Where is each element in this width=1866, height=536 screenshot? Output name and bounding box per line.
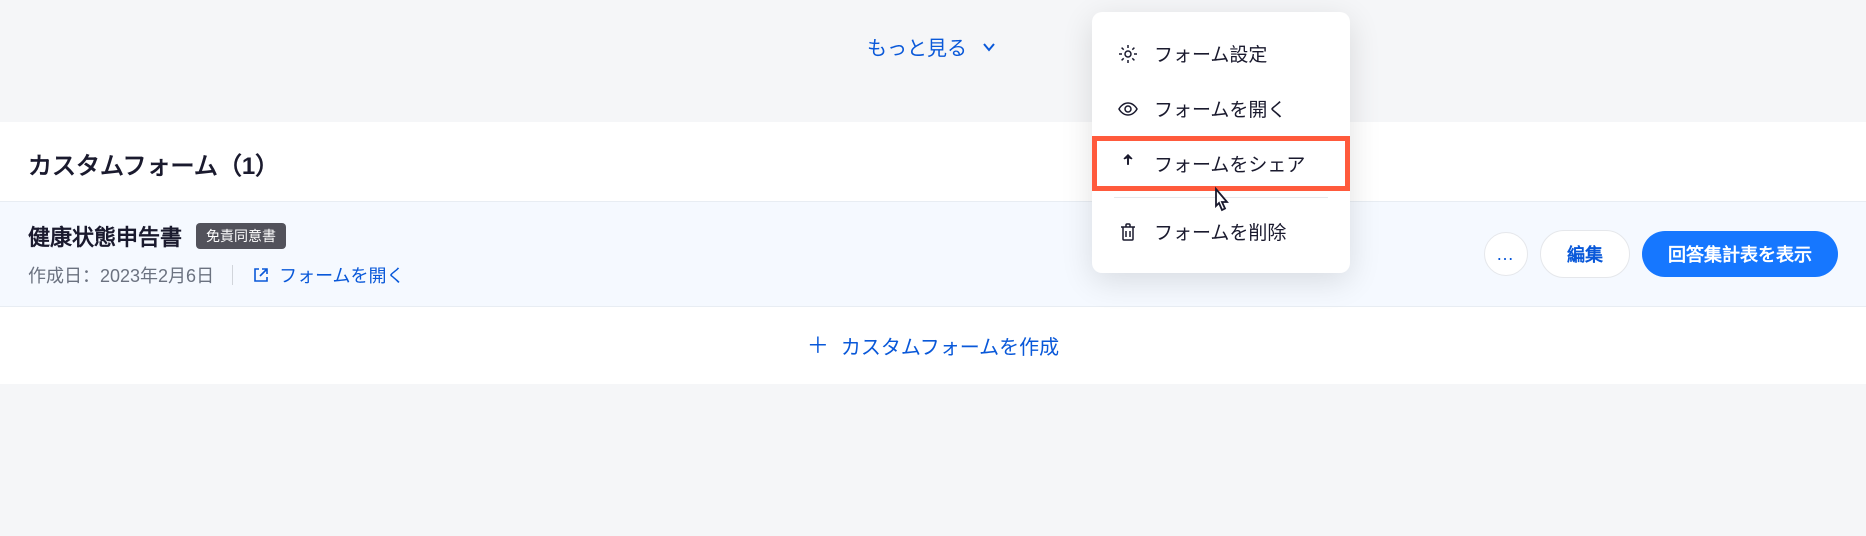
dropdown-share-label: フォームをシェア	[1154, 150, 1305, 177]
form-item-actions: … 編集 回答集計表を表示	[1484, 230, 1838, 278]
meta-divider	[232, 265, 233, 285]
dropdown-item-share[interactable]: フォームをシェア	[1092, 136, 1350, 191]
eye-icon	[1118, 99, 1138, 119]
form-actions-dropdown: フォーム設定 フォームを開く	[1092, 12, 1350, 273]
form-item-info: 健康状態申告書 免責同意書 作成日：2023年2月6日 フォームを開く	[28, 220, 405, 288]
cursor-pointer-icon	[1208, 186, 1234, 216]
dropdown-item-settings[interactable]: フォーム設定	[1092, 26, 1350, 81]
form-created-date: 作成日：2023年2月6日	[28, 262, 214, 288]
trash-icon	[1118, 222, 1138, 242]
open-form-label: フォームを開く	[279, 262, 404, 288]
more-actions-button[interactable]: …	[1484, 232, 1528, 276]
form-meta-row: 作成日：2023年2月6日 フォームを開く	[28, 262, 405, 288]
share-icon	[1118, 154, 1138, 174]
create-form-row: ＋ カスタムフォームを作成	[0, 306, 1866, 384]
plus-icon: ＋	[807, 335, 829, 357]
section-title: カスタムフォーム（1）	[0, 122, 1866, 201]
form-item: 健康状態申告書 免責同意書 作成日：2023年2月6日 フォームを開く	[0, 201, 1866, 306]
dropdown-settings-label: フォーム設定	[1154, 40, 1267, 67]
dropdown-open-label: フォームを開く	[1154, 95, 1286, 122]
form-title: 健康状態申告書	[28, 220, 182, 252]
show-more-link[interactable]: もっと見る	[867, 32, 999, 61]
chevron-down-icon	[979, 37, 999, 57]
form-badge: 免責同意書	[196, 223, 286, 249]
edit-button[interactable]: 編集	[1540, 230, 1630, 278]
form-title-row: 健康状態申告書 免責同意書	[28, 220, 405, 252]
open-form-link[interactable]: フォームを開く	[251, 262, 404, 288]
custom-forms-section: カスタムフォーム（1） 健康状態申告書 免責同意書 作成日：2023年2月6日	[0, 122, 1866, 384]
create-form-label: カスタムフォームを作成	[841, 331, 1059, 360]
external-link-icon	[251, 265, 271, 285]
show-more-label: もっと見る	[867, 32, 967, 61]
show-summary-button[interactable]: 回答集計表を表示	[1642, 231, 1838, 277]
dropdown-delete-label: フォームを削除	[1154, 218, 1286, 245]
create-custom-form-link[interactable]: ＋ カスタムフォームを作成	[807, 331, 1059, 360]
dropdown-item-open[interactable]: フォームを開く	[1092, 81, 1350, 136]
gear-icon	[1118, 44, 1138, 64]
top-bar: もっと見る	[0, 0, 1866, 122]
